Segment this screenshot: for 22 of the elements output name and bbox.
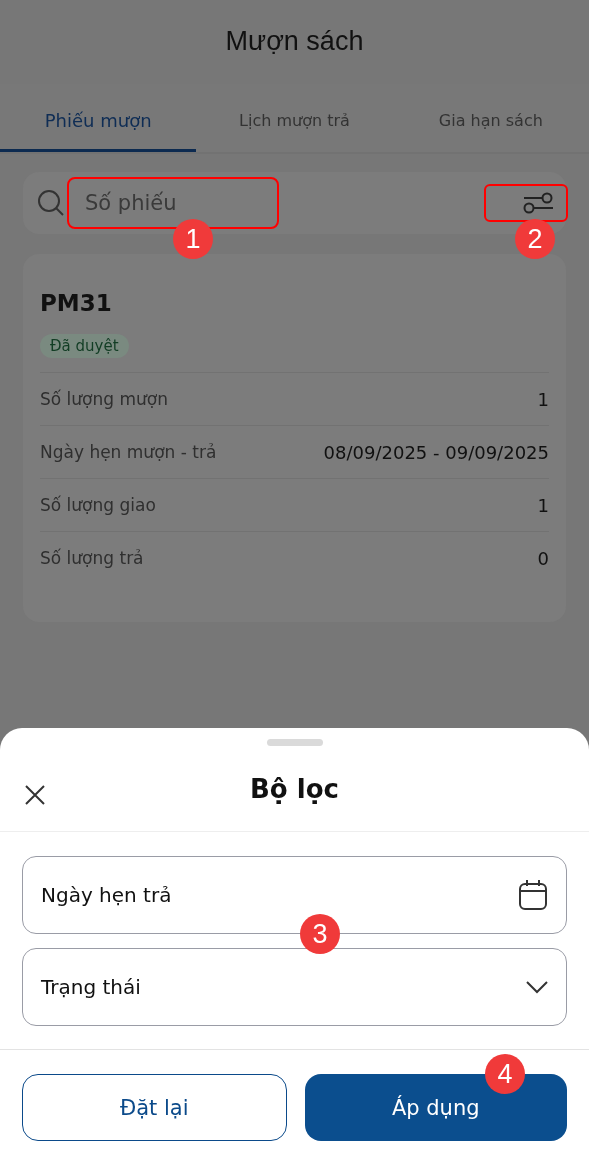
filter-icon[interactable]: [522, 192, 554, 214]
row-value: 0: [537, 547, 549, 569]
drag-handle[interactable]: [266, 739, 323, 746]
row-label: Số lượng giao: [40, 495, 156, 515]
search-icon: [37, 189, 65, 217]
reset-button[interactable]: Đặt lại: [22, 1074, 287, 1141]
row-label: Ngày hẹn mượn - trả: [40, 442, 217, 462]
loan-code: PM31: [40, 290, 113, 316]
status-tag: Đã duyệt: [40, 334, 129, 358]
row-value: 1: [537, 494, 549, 516]
chevron-down-icon: [526, 980, 548, 994]
sheet-title: Bộ lọc: [250, 773, 339, 804]
close-icon[interactable]: [24, 784, 46, 806]
select-field[interactable]: Trạng thái: [22, 948, 567, 1026]
search-field[interactable]: Số phiếu: [67, 177, 279, 229]
row-value: 1: [537, 388, 549, 410]
row-value: 08/09/2025 - 09/09/2025: [323, 441, 549, 463]
loan-card[interactable]: PM31 Đã duyệt Số lượng mượn 1 Ngày hẹn mượn - trả 08/09/2025 - 09/09/2025 Số lượng giao 1 Số lượng trả 0: [23, 254, 566, 622]
calendar-icon: [518, 879, 548, 911]
row-label: Số lượng trả: [40, 548, 144, 568]
row-label: Số lượng mượn: [40, 389, 168, 409]
page-title: Mượn sách: [224, 25, 365, 58]
